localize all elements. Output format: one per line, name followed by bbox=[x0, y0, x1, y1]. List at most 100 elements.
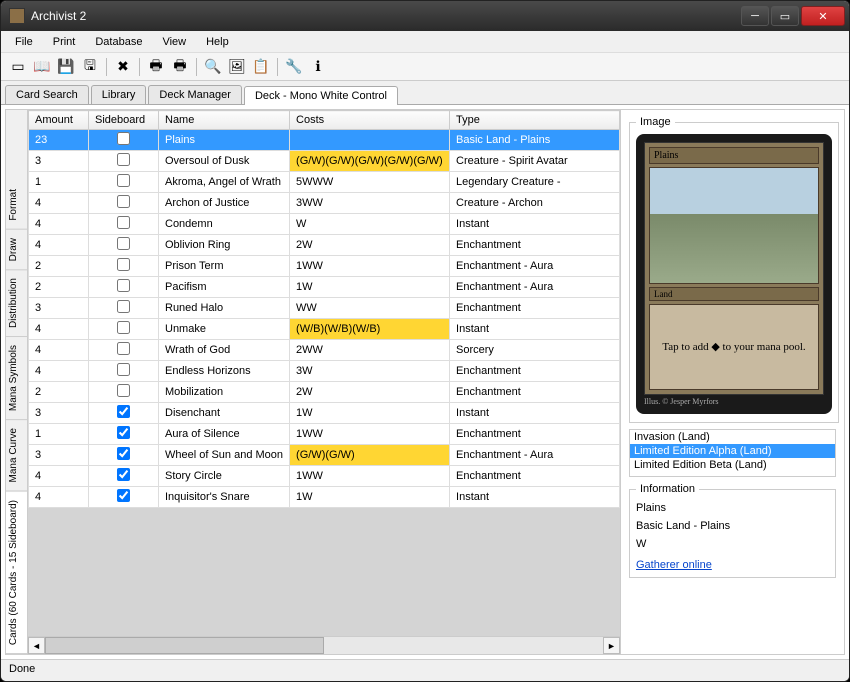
cell-cost[interactable]: 1W bbox=[290, 277, 450, 298]
tab-deck-mono-white-control[interactable]: Deck - Mono White Control bbox=[244, 86, 398, 105]
table-row[interactable]: 4 Story Circle1WWEnchantment bbox=[29, 466, 620, 487]
menu-view[interactable]: View bbox=[154, 34, 194, 50]
cell-cost[interactable]: 1WW bbox=[290, 466, 450, 487]
cell-name[interactable]: Prison Term bbox=[159, 256, 290, 277]
set-item[interactable]: Limited Edition Alpha (Land) bbox=[630, 444, 835, 458]
cell-amount[interactable]: 4 bbox=[29, 466, 89, 487]
sideboard-checkbox[interactable] bbox=[117, 195, 130, 208]
cell-cost[interactable]: 2W bbox=[290, 382, 450, 403]
save-button[interactable]: 💾 bbox=[55, 56, 77, 78]
cell-type[interactable]: Instant bbox=[450, 487, 620, 508]
cell-type[interactable]: Enchantment bbox=[450, 361, 620, 382]
cell-amount[interactable]: 4 bbox=[29, 487, 89, 508]
set-list[interactable]: Invasion (Land)Limited Edition Alpha (La… bbox=[629, 429, 836, 477]
cell-name[interactable]: Oversoul of Dusk bbox=[159, 151, 290, 172]
preview-button[interactable]: 🖼 bbox=[226, 56, 248, 78]
gatherer-link[interactable]: Gatherer online bbox=[636, 559, 712, 571]
table-row[interactable]: 1 Akroma, Angel of Wrath5WWWLegendary Cre… bbox=[29, 172, 620, 193]
maximize-button[interactable]: ▭ bbox=[771, 6, 799, 26]
cell-type[interactable]: Instant bbox=[450, 319, 620, 340]
cell-cost[interactable]: W bbox=[290, 214, 450, 235]
grid-scroll[interactable]: AmountSideboardNameCostsType 23PlainsBas… bbox=[28, 110, 620, 636]
cell-cost[interactable]: 3WW bbox=[290, 193, 450, 214]
cell-cost[interactable]: 5WWW bbox=[290, 172, 450, 193]
minimize-button[interactable]: ─ bbox=[741, 6, 769, 26]
cell-amount[interactable]: 3 bbox=[29, 151, 89, 172]
table-row[interactable]: 4CondemnWInstant bbox=[29, 214, 620, 235]
col-name[interactable]: Name bbox=[159, 111, 290, 130]
cell-type[interactable]: Basic Land - Plains bbox=[450, 130, 620, 151]
cell-type[interactable]: Instant bbox=[450, 214, 620, 235]
tab-card-search[interactable]: Card Search bbox=[5, 85, 89, 104]
table-row[interactable]: 3Runed HaloWWEnchantment bbox=[29, 298, 620, 319]
cell-type[interactable]: Enchantment bbox=[450, 424, 620, 445]
horizontal-scrollbar[interactable]: ◄ ► bbox=[28, 636, 620, 654]
table-row[interactable]: 1Aura of Silence1WWEnchantment bbox=[29, 424, 620, 445]
table-row[interactable]: 3Disenchant1WInstant bbox=[29, 403, 620, 424]
col-costs[interactable]: Costs bbox=[290, 111, 450, 130]
cell-amount[interactable]: 4 bbox=[29, 361, 89, 382]
copy-button[interactable]: 📋 bbox=[250, 56, 272, 78]
sideboard-checkbox[interactable] bbox=[117, 132, 130, 145]
new-button[interactable]: ▭ bbox=[7, 56, 29, 78]
sideboard-checkbox[interactable] bbox=[117, 363, 130, 376]
menu-database[interactable]: Database bbox=[87, 34, 150, 50]
cell-amount[interactable]: 4 bbox=[29, 340, 89, 361]
cell-cost[interactable]: (G/W)(G/W) bbox=[290, 445, 450, 466]
cell-name[interactable]: Aura of Silence bbox=[159, 424, 290, 445]
vtab-draw[interactable]: Draw bbox=[6, 230, 27, 270]
cell-name[interactable]: Condemn bbox=[159, 214, 290, 235]
cell-cost[interactable]: (G/W)(G/W)(G/W)(G/W)(G/W) bbox=[290, 151, 450, 172]
cell-cost[interactable]: 1WW bbox=[290, 256, 450, 277]
cell-type[interactable]: Legendary Creature - bbox=[450, 172, 620, 193]
cell-amount[interactable]: 4 bbox=[29, 235, 89, 256]
table-row[interactable]: 23PlainsBasic Land - Plains bbox=[29, 130, 620, 151]
cell-type[interactable]: Enchantment - Aura bbox=[450, 445, 620, 466]
cell-name[interactable]: Archon of Justice bbox=[159, 193, 290, 214]
cell-cost[interactable]: 2WW bbox=[290, 340, 450, 361]
cell-type[interactable]: Enchantment bbox=[450, 466, 620, 487]
print-button[interactable]: 🖶 bbox=[145, 56, 167, 78]
cell-amount[interactable]: 2 bbox=[29, 382, 89, 403]
cell-name[interactable]: Disenchant bbox=[159, 403, 290, 424]
table-row[interactable]: 4Archon of Justice3WWCreature - Archon bbox=[29, 193, 620, 214]
cell-amount[interactable]: 4 bbox=[29, 193, 89, 214]
cell-name[interactable]: Unmake bbox=[159, 319, 290, 340]
cell-amount[interactable]: 2 bbox=[29, 256, 89, 277]
cell-name[interactable]: Akroma, Angel of Wrath bbox=[159, 172, 290, 193]
cell-cost[interactable]: 3W bbox=[290, 361, 450, 382]
set-item[interactable]: Limited Edition Beta (Land) bbox=[630, 458, 835, 472]
cell-type[interactable]: Enchantment bbox=[450, 235, 620, 256]
cell-cost[interactable]: 1W bbox=[290, 403, 450, 424]
cell-amount[interactable]: 1 bbox=[29, 172, 89, 193]
cell-name[interactable]: Oblivion Ring bbox=[159, 235, 290, 256]
cell-amount[interactable]: 3 bbox=[29, 445, 89, 466]
cell-cost[interactable]: 1W bbox=[290, 487, 450, 508]
table-row[interactable]: 4Unmake(W/B)(W/B)(W/B)Instant bbox=[29, 319, 620, 340]
cell-amount[interactable]: 3 bbox=[29, 403, 89, 424]
scroll-thumb[interactable] bbox=[45, 637, 324, 654]
cell-name[interactable]: Plains bbox=[159, 130, 290, 151]
cell-amount[interactable]: 4 bbox=[29, 319, 89, 340]
cell-type[interactable]: Creature - Spirit Avatar bbox=[450, 151, 620, 172]
col-amount[interactable]: Amount bbox=[29, 111, 89, 130]
set-item[interactable]: Invasion (Land) bbox=[630, 430, 835, 444]
cell-name[interactable]: Story Circle bbox=[159, 466, 290, 487]
close-button[interactable]: ✕ bbox=[801, 6, 845, 26]
table-row[interactable]: 2Mobilization2WEnchantment bbox=[29, 382, 620, 403]
sideboard-checkbox[interactable] bbox=[117, 468, 130, 481]
cell-type[interactable]: Enchantment bbox=[450, 298, 620, 319]
cell-amount[interactable]: 2 bbox=[29, 277, 89, 298]
sideboard-checkbox[interactable] bbox=[117, 447, 130, 460]
table-row[interactable]: 4Wrath of God2WWSorcery bbox=[29, 340, 620, 361]
cell-amount[interactable]: 3 bbox=[29, 298, 89, 319]
cell-name[interactable]: Inquisitor's Snare bbox=[159, 487, 290, 508]
sideboard-checkbox[interactable] bbox=[117, 342, 130, 355]
menu-file[interactable]: File bbox=[7, 34, 41, 50]
open-button[interactable]: 📖 bbox=[31, 56, 53, 78]
cell-name[interactable]: Wrath of God bbox=[159, 340, 290, 361]
vtab-mana-symbols[interactable]: Mana Symbols bbox=[6, 337, 27, 420]
cell-cost[interactable]: 1WW bbox=[290, 424, 450, 445]
sideboard-checkbox[interactable] bbox=[117, 300, 130, 313]
menu-print[interactable]: Print bbox=[45, 34, 84, 50]
